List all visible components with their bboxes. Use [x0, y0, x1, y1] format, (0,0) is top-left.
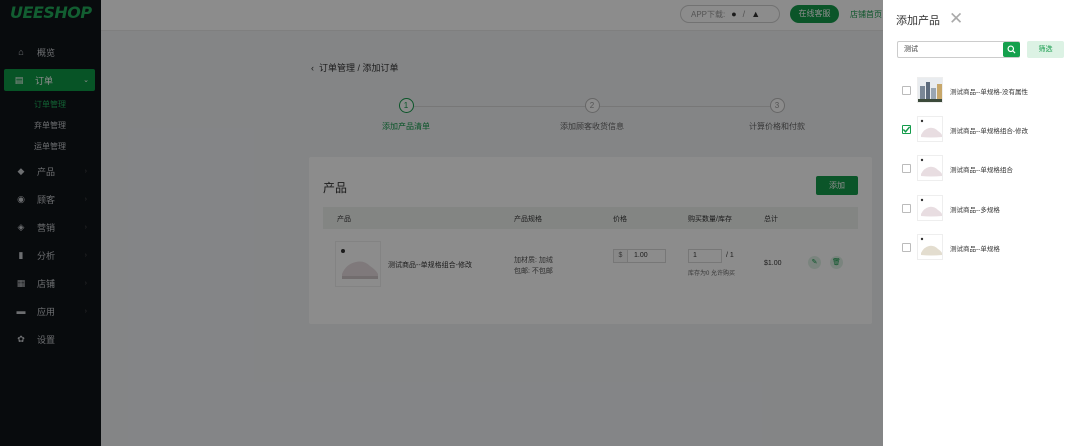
- filter-button[interactable]: 筛选: [1027, 41, 1064, 58]
- list-item[interactable]: 测试商品--单规格: [902, 234, 1072, 262]
- add-product-drawer: 添加产品 ✕ 测试 筛选 测试商品--单规格-没有属性 测试商品--单规格组合-…: [883, 0, 1080, 446]
- close-icon[interactable]: ✕: [949, 9, 963, 29]
- item-checkbox[interactable]: [902, 204, 911, 213]
- list-item[interactable]: 测试商品--单规格-没有属性: [902, 77, 1072, 105]
- drawer-title: 添加产品: [896, 15, 940, 27]
- search-icon[interactable]: [1003, 42, 1020, 57]
- product-thumbnail: [917, 234, 943, 260]
- list-item[interactable]: 测试商品--多规格: [902, 195, 1072, 223]
- product-thumbnail: [917, 116, 943, 142]
- list-item[interactable]: 测试商品--单规格组合-修改: [902, 116, 1072, 144]
- product-thumbnail: [917, 155, 943, 181]
- item-checkbox-checked[interactable]: [902, 125, 911, 134]
- modal-overlay[interactable]: [0, 0, 883, 446]
- item-name: 测试商品--多规格: [950, 207, 1000, 214]
- item-checkbox[interactable]: [902, 164, 911, 173]
- list-item[interactable]: 测试商品--单规格组合: [902, 155, 1072, 183]
- item-name: 测试商品--单规格-没有属性: [950, 89, 1028, 96]
- item-name: 测试商品--单规格组合-修改: [950, 128, 1028, 135]
- item-checkbox[interactable]: [902, 243, 911, 252]
- product-thumbnail: [917, 77, 943, 103]
- search-input[interactable]: 测试: [897, 41, 1020, 58]
- item-name: 测试商品--单规格组合: [950, 167, 1013, 174]
- product-thumbnail: [917, 195, 943, 221]
- item-checkbox[interactable]: [902, 86, 911, 95]
- item-name: 测试商品--单规格: [950, 246, 1000, 253]
